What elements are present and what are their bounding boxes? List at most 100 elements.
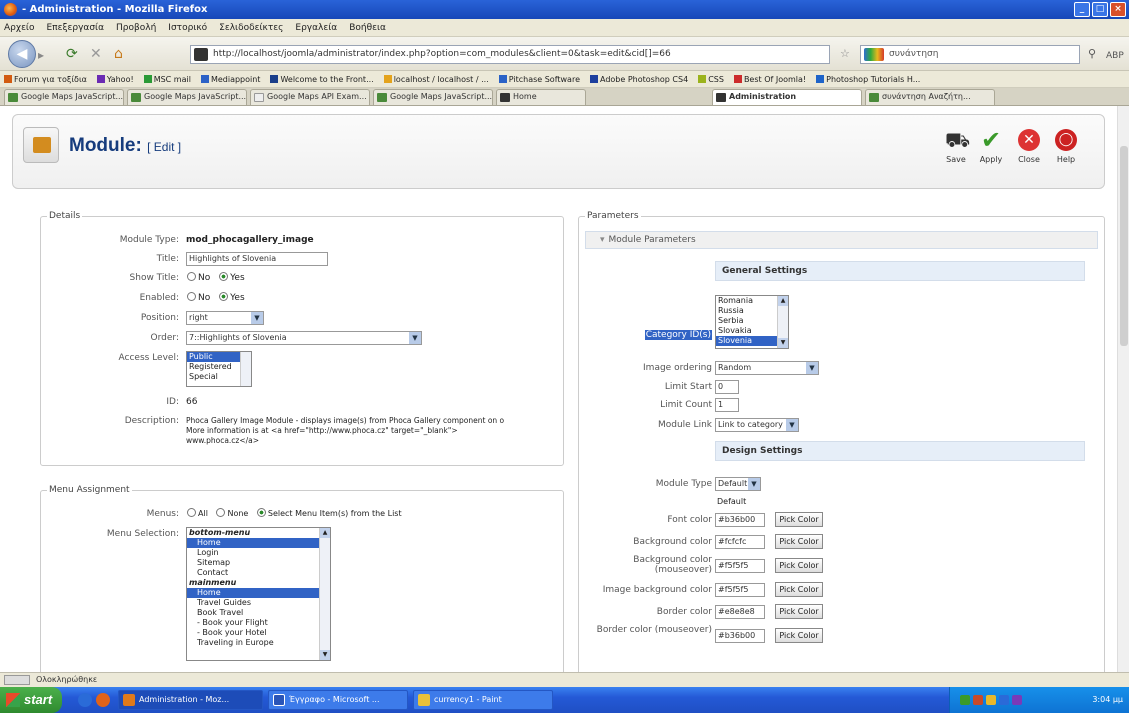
back-button[interactable]: ◀ [8,40,36,68]
scroll-up-icon[interactable]: ▲ [778,296,788,306]
tab-administration[interactable]: Administration [712,89,862,105]
tab-google-maps-api[interactable]: Google Maps API Exam... [250,89,370,105]
menu-item-option[interactable]: Home [187,588,330,598]
bookmark-item[interactable]: Photoshop Tutorials H... [816,74,920,84]
module-type-select[interactable]: Default ▼ [715,477,761,491]
search-engine-icon[interactable] [864,48,884,61]
menu-item-option[interactable]: Book Travel [187,608,330,618]
limit-start-input[interactable]: 0 [715,380,739,394]
search-go-icon[interactable]: ⚲ [1088,46,1096,62]
bookmark-item[interactable]: MSC mail [143,74,191,84]
enabled-yes-radio[interactable] [219,292,229,301]
menu-item-option[interactable]: Contact [187,568,330,578]
listbox-scrollbar[interactable]: ▲ ▼ [319,528,330,660]
bookmark-item[interactable]: Mediappoint [200,74,260,84]
scroll-up-icon[interactable]: ▲ [320,528,330,538]
minimize-button[interactable]: _ [1074,2,1090,17]
bookmark-item[interactable]: Welcome to the Front... [270,74,374,84]
abp-icon[interactable]: ABP [1106,48,1124,64]
firefox-quicklaunch-icon[interactable] [96,693,110,707]
menu-tools[interactable]: Εργαλεία [295,23,337,33]
stop-icon[interactable]: ✕ [90,46,102,62]
bookmark-item[interactable]: Yahoo! [96,74,134,84]
reload-icon[interactable]: ⟳ [66,46,78,62]
menu-item-option[interactable]: Login [187,548,330,558]
home-icon[interactable]: ⌂ [114,46,123,62]
close-window-button[interactable]: × [1110,2,1126,17]
clock[interactable]: 3:04 μμ [1092,695,1123,704]
menu-view[interactable]: Προβολή [116,23,156,33]
image-ordering-select[interactable]: Random ▼ [715,361,819,375]
image-bg-color-input[interactable]: #f5f5f5 [715,583,765,597]
menu-item-option[interactable]: Traveling in Europe [187,638,330,648]
menu-selection-listbox[interactable]: bottom-menu Home Login Sitemap Contact mainme… [186,527,331,661]
tray-icon[interactable] [1012,695,1022,705]
bookmark-item[interactable]: Adobe Photoshop CS4 [590,74,688,84]
limit-count-input[interactable]: 1 [715,398,739,412]
pick-color-button[interactable]: Pick Color [775,512,823,527]
access-level-listbox[interactable]: Public Registered Special [186,351,252,387]
menu-item-option[interactable]: Sitemap [187,558,330,568]
menus-all-radio[interactable] [187,508,196,517]
help-button[interactable]: ◯ Help [1048,129,1084,164]
font-color-input[interactable]: #b36b00 [715,513,765,527]
forward-button[interactable]: ▸ [38,46,58,64]
show-title-no-radio[interactable] [187,272,196,281]
bookmark-item[interactable]: Pitchase Software [498,74,580,84]
site-identity-icon[interactable] [194,48,208,61]
border-color-input[interactable]: #e8e8e8 [715,605,765,619]
start-button[interactable]: start [0,687,62,713]
bookmark-star-icon[interactable]: ☆ [840,46,850,62]
bg-color-mouseover-input[interactable]: #f5f5f5 [715,559,765,573]
listbox-scrollbar[interactable] [240,352,251,386]
close-button[interactable]: ✕ Close [1011,129,1047,164]
scrollbar-thumb[interactable] [1120,146,1128,346]
tray-icon[interactable] [960,695,970,705]
tab-google-maps-2[interactable]: Google Maps JavaScript... [127,89,247,105]
ie-icon[interactable] [78,693,92,707]
menus-select-radio[interactable] [256,508,266,517]
pick-color-button[interactable]: Pick Color [775,558,823,573]
menu-bookmarks[interactable]: Σελιδοδείκτες [219,23,283,33]
tab-google-maps-1[interactable]: Google Maps JavaScript... [4,89,124,105]
bg-color-input[interactable]: #fcfcfc [715,535,765,549]
bookmark-item[interactable]: localhost / localhost / ... [383,74,489,84]
pick-color-button[interactable]: Pick Color [775,604,823,619]
bookmark-item[interactable]: Best Of Joomla! [733,74,806,84]
address-bar[interactable]: http://localhost/joomla/administrator/in… [190,45,830,64]
title-input[interactable]: Highlights of Slovenia [186,252,328,266]
window-titlebar[interactable]: - Administration - Mozilla Firefox _ □ × [0,0,1129,19]
menu-help[interactable]: Βοήθεια [349,23,386,33]
taskbar-item-word[interactable]: Έγγραφο - Microsoft ... [268,690,408,710]
search-box[interactable]: συνάντηση [860,45,1080,64]
bookmark-item[interactable]: CSS [698,74,724,84]
module-parameters-toggle[interactable]: ▾ Module Parameters [585,231,1098,249]
scroll-down-icon[interactable]: ▼ [320,650,330,660]
listbox-scrollbar[interactable]: ▲ ▼ [777,296,788,348]
save-button[interactable]: ⛟ Save [938,129,974,164]
tab-google-maps-3[interactable]: Google Maps JavaScript... [373,89,493,105]
taskbar-item-firefox[interactable]: Administration - Moz... [118,690,263,710]
module-link-select[interactable]: Link to category ▼ [715,418,799,432]
menus-none-radio[interactable] [216,508,226,517]
menu-item-option[interactable]: Home [187,538,330,548]
bookmark-item[interactable]: Forum για τοξίδια [4,74,87,84]
tray-icon[interactable] [999,695,1009,705]
pick-color-button[interactable]: Pick Color [775,534,823,549]
tray-icon[interactable] [986,695,996,705]
category-listbox[interactable]: Romania Russia Serbia Slovakia Slovenia ▲ ▼ [715,295,789,349]
menu-item-option[interactable]: - Book your Flight [187,618,330,628]
border-color-mouseover-input[interactable]: #b36b00 [715,629,765,643]
page-scrollbar[interactable] [1117,106,1129,672]
show-title-yes-radio[interactable] [219,272,229,281]
menu-file[interactable]: Αρχείο [4,23,35,33]
order-select[interactable]: 7::Highlights of Slovenia ▼ [186,331,422,345]
menu-item-option[interactable]: - Book your Hotel [187,628,330,638]
tab-home[interactable]: Home [496,89,586,105]
menu-item-option[interactable]: Travel Guides [187,598,330,608]
scroll-down-icon[interactable]: ▼ [778,338,788,348]
enabled-no-radio[interactable] [187,292,196,301]
pick-color-button[interactable]: Pick Color [775,582,823,597]
taskbar-item-paint[interactable]: currency1 - Paint [413,690,553,710]
menu-edit[interactable]: Επεξεργασία [47,23,105,33]
